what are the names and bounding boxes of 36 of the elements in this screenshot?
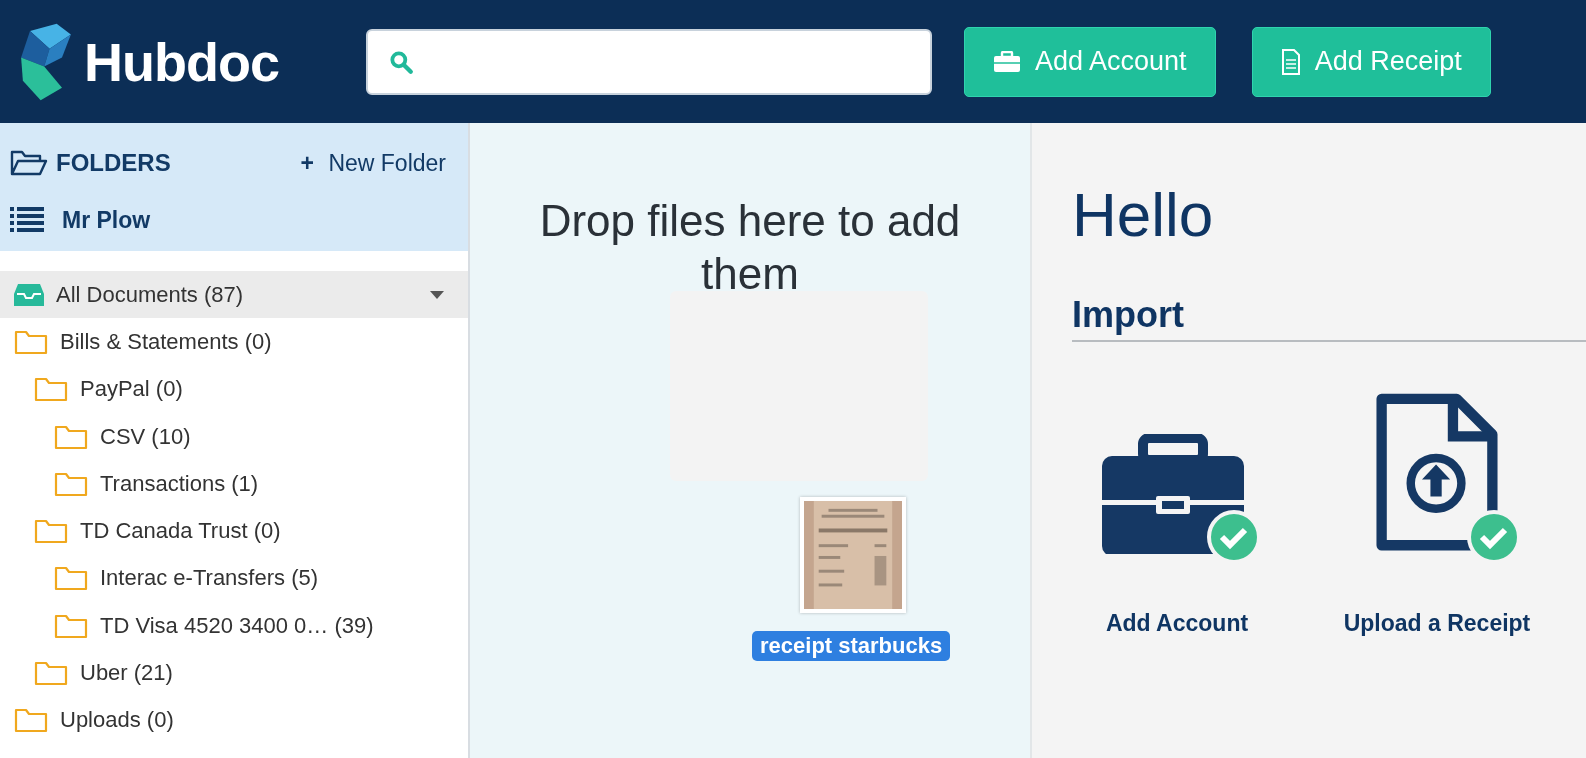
search-field[interactable] [366,28,932,95]
section-heading: Import [1072,294,1586,342]
folder-item[interactable]: TD Canada Trust (0) [0,507,468,555]
logo-text: Hubdoc [84,30,279,93]
folder-icon [34,376,68,403]
inbox-icon [14,282,44,307]
folder-icon [54,423,88,450]
file-name-label: receipt starbucks [752,631,951,661]
folder-icon [34,660,68,686]
add-account-link[interactable]: Add Account [1105,610,1249,637]
folder-item[interactable]: Transactions (1) [0,460,468,508]
document-icon [1280,48,1301,75]
briefcase-icon [993,50,1021,73]
greeting-heading: Hello [1072,179,1215,250]
open-folder-icon [10,149,48,177]
drop-message: Drop files here to add them [538,195,962,299]
list-icon [10,206,44,234]
new-folder-button[interactable]: + New Folder [300,149,446,177]
folder-icon [54,612,88,639]
search-icon [388,48,414,75]
folders-heading: FOLDERS [56,149,171,177]
folder-item[interactable]: PayPal (0) [0,365,468,413]
folder-item[interactable]: Uploads (0) [0,696,468,744]
upload-receipt-link[interactable]: Upload a Receipt [1343,610,1531,637]
folder-item[interactable]: TD Visa 4520 3400 0… (39) [0,602,468,650]
folder-item[interactable]: Uber (21) [0,649,468,697]
folder-icon [54,470,88,497]
folder-icon [54,565,88,592]
account-name: Mr Plow [62,206,151,234]
folder-icon [14,707,48,734]
folder-item[interactable]: CSV (10) [0,412,468,461]
folder-icon [14,328,48,355]
folder-item[interactable]: All Documents (87) [0,271,468,319]
folder-item[interactable]: Interac e-Transfers (5) [0,554,468,603]
folder-item[interactable]: Bills & Statements (0) [0,318,468,366]
folder-icon [34,518,68,545]
